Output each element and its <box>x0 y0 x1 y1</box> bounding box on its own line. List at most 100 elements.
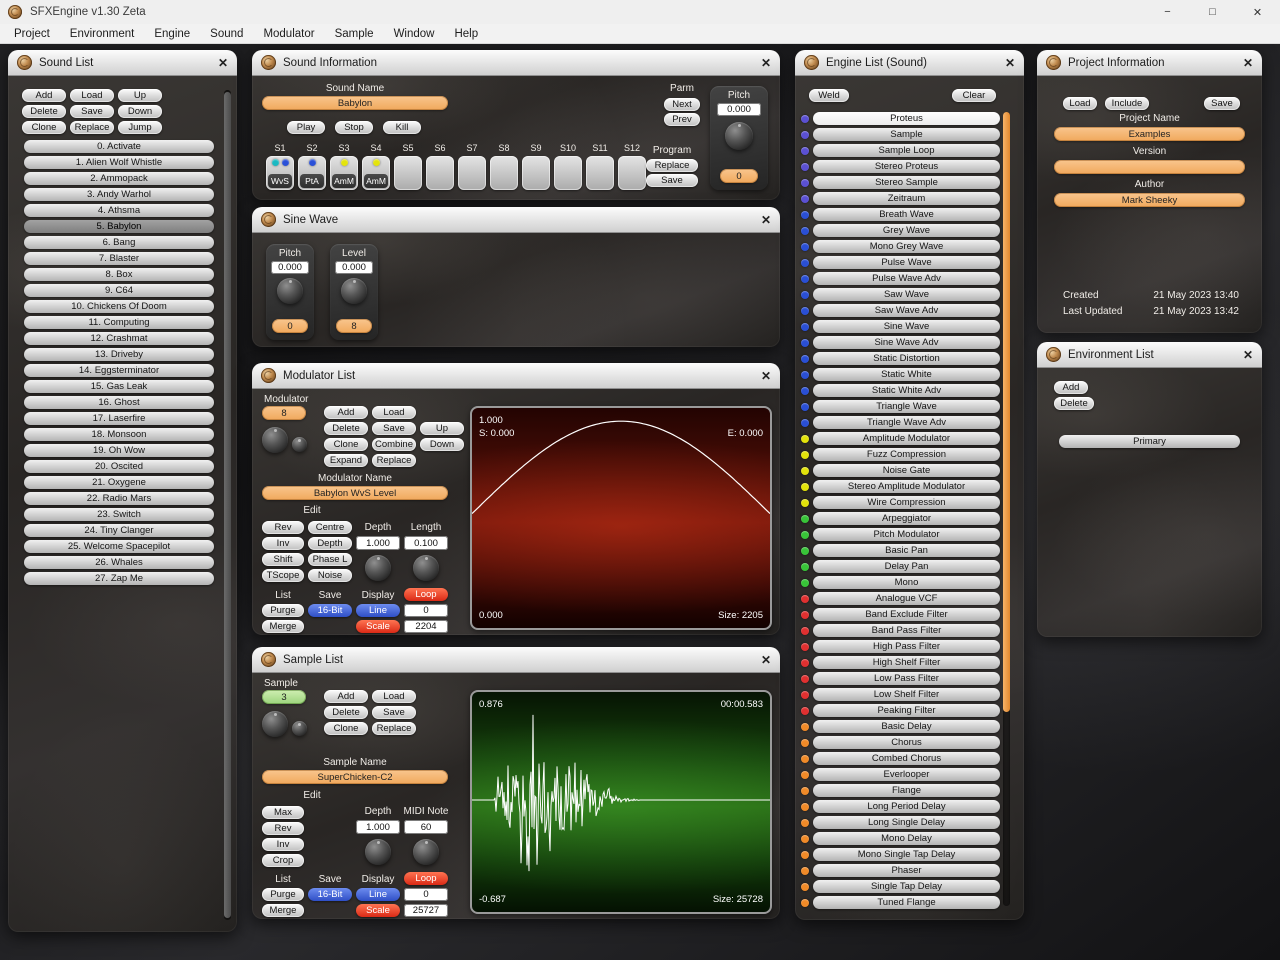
modulator-delete-button[interactable]: Delete <box>324 422 368 435</box>
sound-list-add-button[interactable]: Add <box>22 89 66 102</box>
sound-list-up-button[interactable]: Up <box>118 89 162 102</box>
engine-scrollbar[interactable] <box>1003 112 1010 906</box>
midi-note-knob[interactable] <box>413 839 439 865</box>
modulator-inv-button[interactable]: Inv <box>262 537 304 550</box>
menu-item-modulator[interactable]: Modulator <box>253 26 324 42</box>
sound-list-item[interactable]: 13. Driveby <box>24 348 214 361</box>
sample-inv-button[interactable]: Inv <box>262 838 304 851</box>
engine-list-item[interactable]: Chorus <box>813 736 1000 749</box>
engine-list-item[interactable]: Breath Wave <box>813 208 1000 221</box>
sound-list-load-button[interactable]: Load <box>70 89 114 102</box>
sound-list-item[interactable]: 16. Ghost <box>24 396 214 409</box>
modulator-up-button[interactable]: Up <box>420 422 464 435</box>
engine-row[interactable]: Triangle Wave <box>801 400 1000 413</box>
engine-list-item[interactable]: Long Period Delay <box>813 800 1000 813</box>
engine-row[interactable]: Basic Delay <box>801 720 1000 733</box>
modulator-rev-button[interactable]: Rev <box>262 521 304 534</box>
sample-name-field[interactable]: SuperChicken-C2 <box>262 770 448 784</box>
scale-value[interactable]: 2204 <box>404 620 448 633</box>
play-button[interactable]: Play <box>287 121 325 134</box>
engine-list-item[interactable]: Flange <box>813 784 1000 797</box>
engine-row[interactable]: Static White Adv <box>801 384 1000 397</box>
depth-value[interactable]: 1.000 <box>356 820 400 834</box>
engine-row[interactable]: Mono Grey Wave <box>801 240 1000 253</box>
engine-list-item[interactable]: Combed Chorus <box>813 752 1000 765</box>
sound-list-jump-button[interactable]: Jump <box>118 121 162 134</box>
midi-note-value[interactable]: 60 <box>404 820 448 834</box>
modulator-fine-knob[interactable] <box>292 437 307 452</box>
sound-list-item[interactable]: 0. Activate <box>24 140 214 153</box>
merge-button[interactable]: Merge <box>262 620 304 633</box>
engine-list-item[interactable]: Mono Single Tap Delay <box>813 848 1000 861</box>
sample-fine-knob[interactable] <box>292 721 307 736</box>
engine-list-item[interactable]: Amplitude Modulator <box>813 432 1000 445</box>
sound-list-item[interactable]: 27. Zap Me <box>24 572 214 585</box>
engine-row[interactable]: Triangle Wave Adv <box>801 416 1000 429</box>
engine-list-item[interactable]: Saw Wave <box>813 288 1000 301</box>
engine-row[interactable]: Single Tap Delay <box>801 880 1000 893</box>
engine-row[interactable]: Chorus <box>801 736 1000 749</box>
engine-row[interactable]: Band Exclude Filter <box>801 608 1000 621</box>
slot-button[interactable] <box>426 156 454 190</box>
modulator-add-button[interactable]: Add <box>324 406 368 419</box>
engine-row[interactable]: Sample <box>801 128 1000 141</box>
sound-list-scrollbar-thumb[interactable] <box>224 92 231 918</box>
sound-list-item[interactable]: 15. Gas Leak <box>24 380 214 393</box>
slot-button[interactable] <box>394 156 422 190</box>
sound-list-item[interactable]: 25. Welcome Spacepilot <box>24 540 214 553</box>
engine-row[interactable]: Sine Wave Adv <box>801 336 1000 349</box>
engine-list-item[interactable]: Static White <box>813 368 1000 381</box>
modulator-expand-button[interactable]: Expand <box>324 454 368 467</box>
modulator-name-field[interactable]: Babylon WvS Level <box>262 486 448 500</box>
sound-list-item[interactable]: 26. Whales <box>24 556 214 569</box>
sound-list-item[interactable]: 11. Computing <box>24 316 214 329</box>
engine-scrollbar-thumb[interactable] <box>1003 112 1010 712</box>
environment-add-button[interactable]: Add <box>1054 381 1088 394</box>
engine-row[interactable]: Sine Wave <box>801 320 1000 333</box>
loop-count-value[interactable]: 0 <box>404 604 448 617</box>
sample-max-button[interactable]: Max <box>262 806 304 819</box>
engine-row[interactable]: Flange <box>801 784 1000 797</box>
modulator-index-field[interactable]: 8 <box>262 406 306 420</box>
maximize-button[interactable]: □ <box>1190 0 1235 24</box>
depth-knob[interactable] <box>365 555 391 581</box>
loop-button[interactable]: Loop <box>404 588 448 601</box>
engine-row[interactable]: Amplitude Modulator <box>801 432 1000 445</box>
engine-row[interactable]: Wire Compression <box>801 496 1000 509</box>
engine-row[interactable]: Peaking Filter <box>801 704 1000 717</box>
engine-row[interactable]: Analogue VCF <box>801 592 1000 605</box>
engine-row[interactable]: Saw Wave Adv <box>801 304 1000 317</box>
length-value[interactable]: 0.100 <box>404 536 448 550</box>
menu-item-project[interactable]: Project <box>4 26 60 42</box>
engine-list-item[interactable]: Everlooper <box>813 768 1000 781</box>
engine-row[interactable]: Tuned Flange <box>801 896 1000 909</box>
slot-button[interactable] <box>554 156 582 190</box>
engine-list-item[interactable]: High Shelf Filter <box>813 656 1000 669</box>
loop-count-value[interactable]: 0 <box>404 888 448 901</box>
menu-item-sample[interactable]: Sample <box>325 26 384 42</box>
engine-list-item[interactable]: Grey Wave <box>813 224 1000 237</box>
engine-row[interactable]: Mono <box>801 576 1000 589</box>
merge-button[interactable]: Merge <box>262 904 304 917</box>
sample-index-field[interactable]: 3 <box>262 690 306 704</box>
engine-row[interactable]: Pitch Modulator <box>801 528 1000 541</box>
engine-row[interactable]: High Pass Filter <box>801 640 1000 653</box>
modulator-noise-button[interactable]: Noise <box>308 569 352 582</box>
sound-list-down-button[interactable]: Down <box>118 105 162 118</box>
engine-list-item[interactable]: Proteus <box>813 112 1000 125</box>
purge-button[interactable]: Purge <box>262 604 304 617</box>
sound-list-item[interactable]: 7. Blaster <box>24 252 214 265</box>
stop-button[interactable]: Stop <box>335 121 373 134</box>
menu-item-window[interactable]: Window <box>384 26 445 42</box>
sample-crop-button[interactable]: Crop <box>262 854 304 867</box>
sound-list-item[interactable]: 6. Bang <box>24 236 214 249</box>
slot-button[interactable] <box>490 156 518 190</box>
sound-list-save-button[interactable]: Save <box>70 105 114 118</box>
engine-row[interactable]: Delay Pan <box>801 560 1000 573</box>
engine-row[interactable]: Sample Loop <box>801 144 1000 157</box>
modulator-list-titlebar[interactable]: Modulator List ✕ <box>252 363 780 389</box>
sample-delete-button[interactable]: Delete <box>324 706 368 719</box>
engine-list-item[interactable]: Noise Gate <box>813 464 1000 477</box>
engine-list-item[interactable]: Tuned Flange <box>813 896 1000 909</box>
pitch-knob[interactable] <box>725 122 753 150</box>
